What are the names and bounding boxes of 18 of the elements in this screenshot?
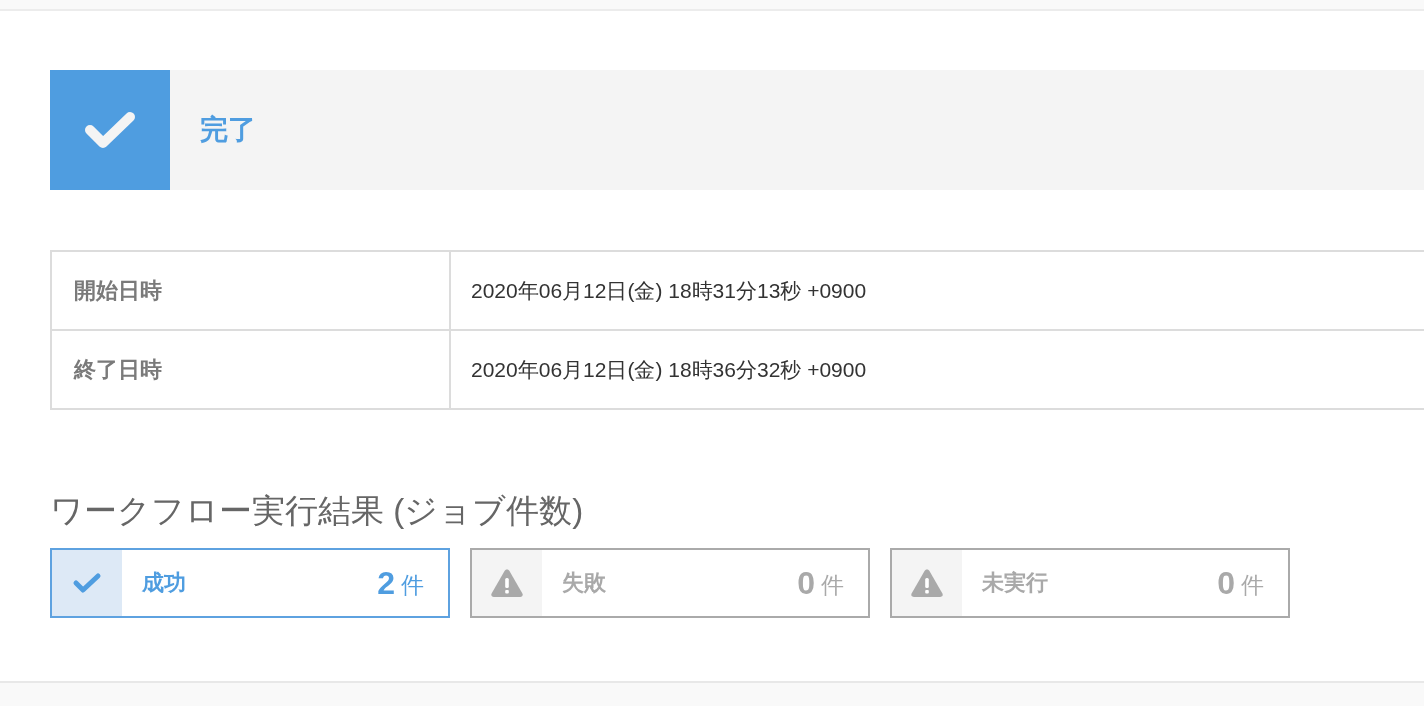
table-cell-text: 2020年06月12日(金) 18時36分32秒 +0900 xyxy=(470,356,867,383)
result-label: 成功 xyxy=(142,569,187,597)
warning-icon xyxy=(910,568,944,598)
section-heading: ワークフロー実行結果 (ジョブ件数) xyxy=(50,491,585,531)
count-unit: 件 xyxy=(821,570,844,600)
check-icon xyxy=(72,572,102,594)
result-label: 失敗 xyxy=(562,569,607,597)
result-count: 2 xyxy=(377,564,395,602)
count-unit: 件 xyxy=(401,570,424,600)
status-label: 完了 xyxy=(200,113,256,147)
count-unit: 件 xyxy=(1241,570,1264,600)
result-count: 0 xyxy=(1217,564,1235,602)
row-label: 終了日時 xyxy=(52,331,451,408)
result-count: 0 xyxy=(797,564,815,602)
result-label: 未実行 xyxy=(982,569,1049,597)
row-label: 開始日時 xyxy=(52,252,451,329)
warning-icon xyxy=(490,568,524,598)
table-cell-text: 2020年06月12日(金) 18時31分13秒 +0900 xyxy=(470,277,867,304)
